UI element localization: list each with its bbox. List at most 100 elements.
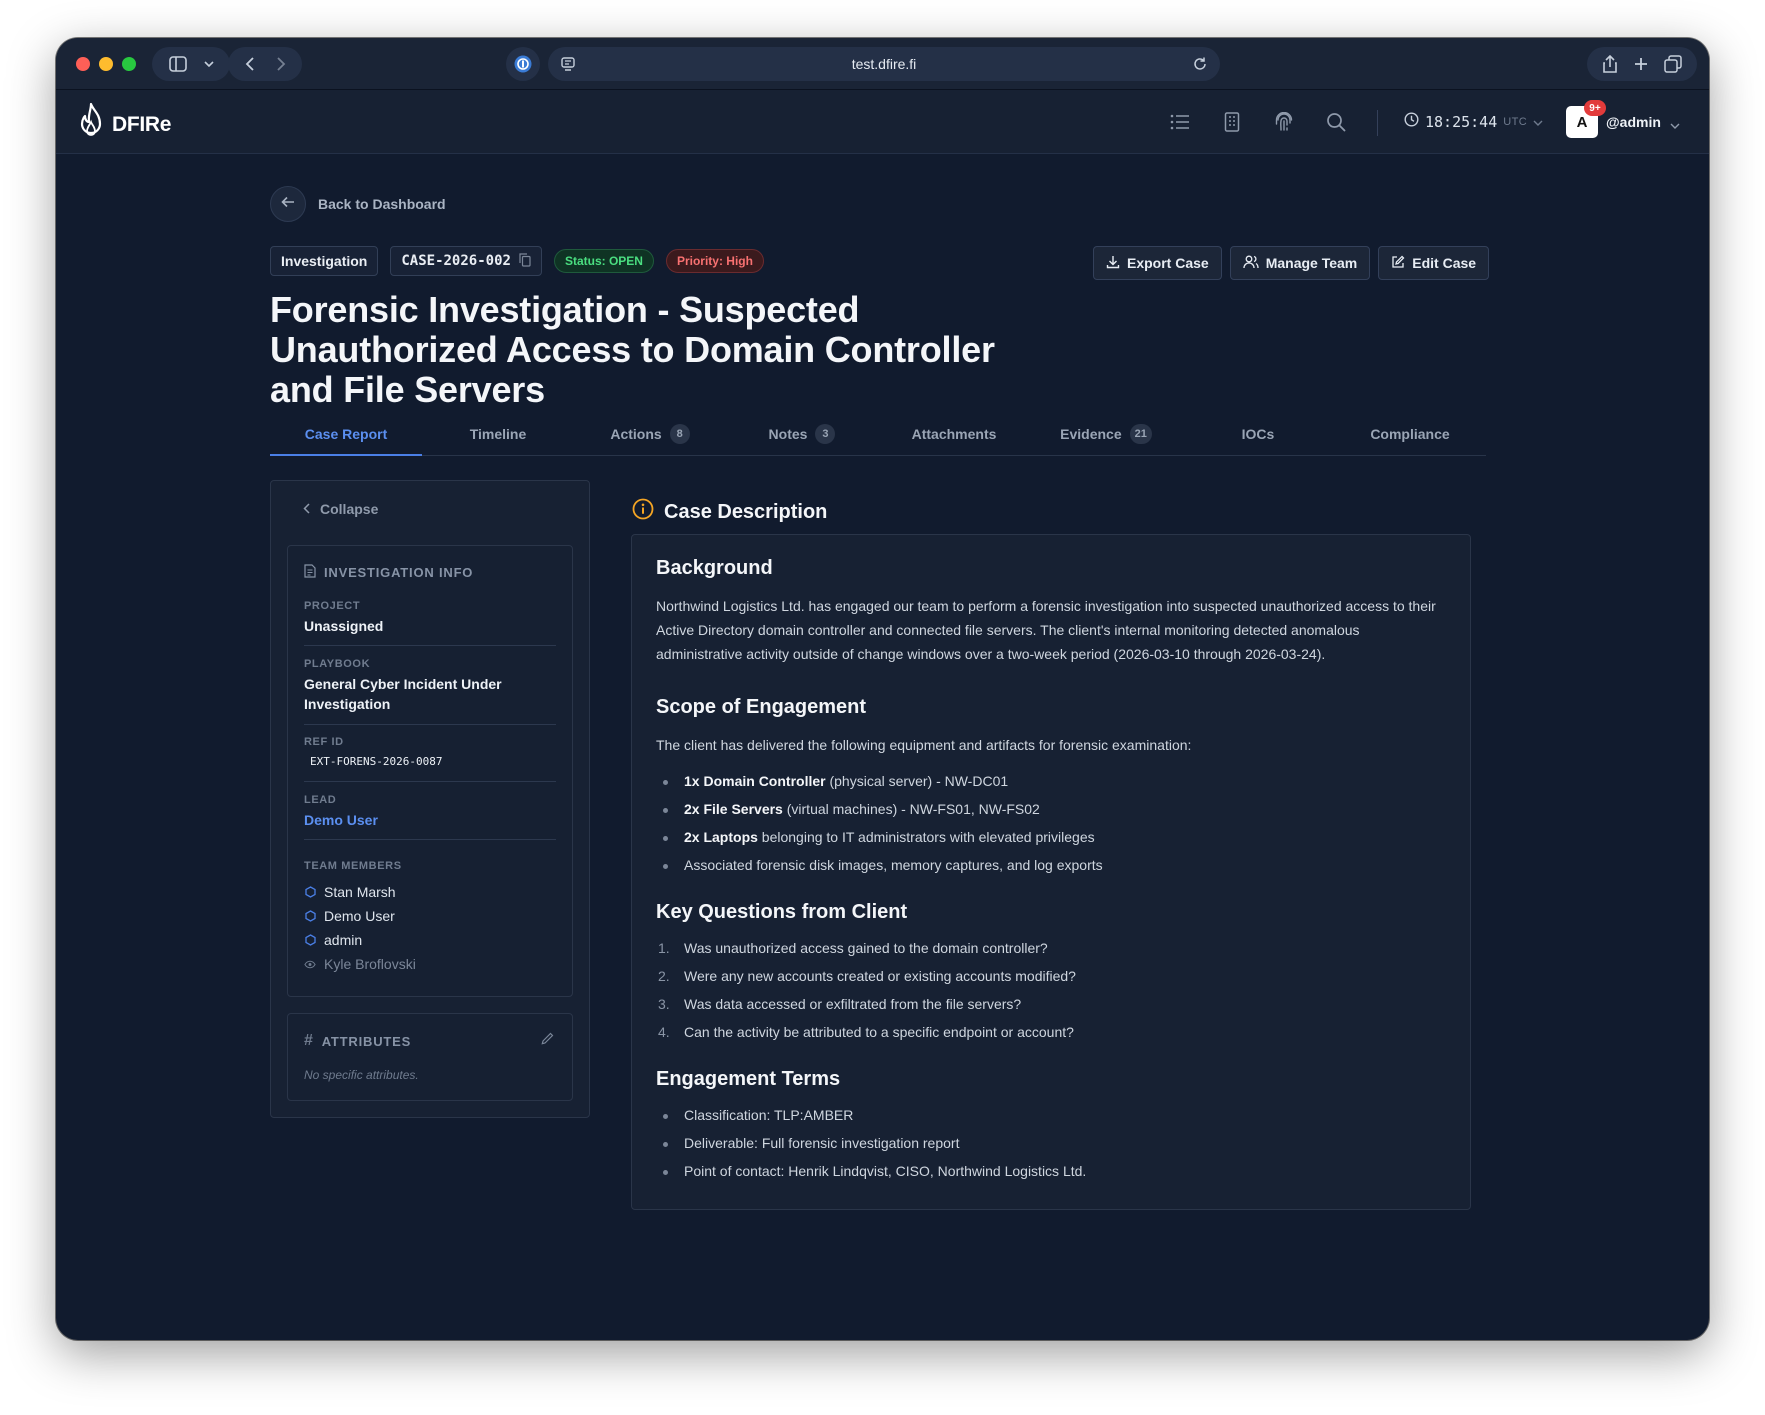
reload-icon[interactable]: [1192, 56, 1208, 75]
team-member[interactable]: Demo User: [304, 904, 416, 928]
tab-label: Actions: [610, 425, 662, 442]
list-item: Point of contact: Henrik Lindqvist, CISO…: [656, 1157, 1448, 1185]
list-icon[interactable]: [1168, 110, 1192, 134]
list-item: 3. Was data accessed or exfiltrated from …: [658, 996, 1022, 1012]
project-field: PROJECT Unassigned: [304, 600, 556, 636]
tab-compliance[interactable]: Compliance: [1334, 412, 1486, 455]
edit-icon: [1391, 255, 1405, 272]
back-arrow-icon[interactable]: [245, 56, 255, 72]
page-title: Forensic Investigation - Suspected Unaut…: [270, 289, 995, 410]
clock-display[interactable]: 18:25:44 UTC: [1404, 112, 1543, 132]
tab-label: Timeline: [469, 425, 527, 442]
header-tools: [1168, 110, 1348, 134]
ref-id-field: REF ID EXT-FORENS-2026-0087: [304, 736, 556, 772]
playbook-field: PLAYBOOK General Cyber Incident Under In…: [304, 658, 556, 714]
team-members-field: TEAM MEMBERS: [304, 860, 556, 872]
tab-count-badge: 8: [669, 423, 690, 444]
tab-label: Evidence: [1060, 425, 1122, 442]
background-paragraph: Northwind Logistics Ltd. has engaged our…: [656, 598, 1436, 662]
forward-arrow-icon[interactable]: [276, 56, 286, 72]
copy-icon[interactable]: [519, 252, 531, 270]
sidebar-toggle-button[interactable]: [152, 47, 230, 81]
document-icon: [304, 564, 316, 581]
tab-evidence[interactable]: Evidence 21: [1030, 412, 1182, 455]
ref-id-label: REF ID: [304, 736, 344, 748]
back-to-dashboard-link[interactable]: Back to Dashboard: [318, 196, 446, 212]
list-item: 2x Laptops belonging to IT administrator…: [656, 823, 1448, 851]
app-logo[interactable]: DFIRe: [74, 102, 171, 147]
project-label: PROJECT: [304, 600, 361, 612]
user-menu-name[interactable]: @admin: [1606, 114, 1661, 130]
chevron-down-icon[interactable]: [1670, 116, 1680, 134]
case-meta-chips: Investigation CASE-2026-002 Status: OPEN…: [270, 246, 764, 276]
lead-field: LEAD Demo User: [304, 794, 556, 830]
building-icon[interactable]: [1220, 110, 1244, 134]
manage-team-button[interactable]: Manage Team: [1229, 246, 1371, 280]
case-id: CASE-2026-002: [401, 253, 511, 269]
playbook-value: General Cyber Incident Under Investigati…: [304, 676, 502, 712]
case-actions: Export Case Manage Team Edit Case: [1093, 246, 1490, 280]
case-description-heading: Case Description: [632, 498, 827, 526]
list-item: 2x File Servers (virtual machines) - NW-…: [656, 795, 1448, 823]
team-member-name: Stan Marsh: [324, 884, 396, 900]
lead-label: LEAD: [304, 794, 337, 806]
tab-overview-icon[interactable]: [1663, 55, 1682, 73]
team-member[interactable]: admin: [304, 928, 416, 952]
share-icon[interactable]: [1602, 55, 1618, 73]
background-heading: Background: [656, 557, 773, 579]
lead-link[interactable]: Demo User: [304, 810, 556, 830]
list-item: 2. Were any new accounts created or exist…: [658, 968, 1076, 984]
case-type-label: Investigation: [281, 253, 368, 269]
shield-icon: [304, 934, 316, 946]
zoom-window-button[interactable]: [122, 57, 136, 71]
edit-case-label: Edit Case: [1412, 255, 1477, 271]
close-window-button[interactable]: [76, 57, 90, 71]
team-member[interactable]: Kyle Broflovski: [304, 952, 416, 976]
field-divider: [304, 781, 556, 782]
ref-id-value: EXT-FORENS-2026-0087: [310, 755, 443, 768]
minimize-window-button[interactable]: [99, 57, 113, 71]
app-header: DFIRe 18:25:44 UTC A 9+ @admin: [56, 90, 1709, 154]
tab-label: Compliance: [1370, 425, 1450, 442]
export-case-button[interactable]: Export Case: [1093, 246, 1222, 280]
tab-case-report[interactable]: Case Report: [270, 412, 422, 456]
edit-case-button[interactable]: Edit Case: [1378, 246, 1490, 280]
new-tab-icon[interactable]: [1633, 56, 1649, 72]
attributes-title: ATTRIBUTES: [321, 1033, 412, 1049]
team-member[interactable]: Stan Marsh: [304, 880, 416, 904]
password-manager-button[interactable]: [506, 47, 540, 81]
collapse-sidebar-button[interactable]: Collapse: [303, 501, 378, 517]
chevron-left-icon: [303, 501, 310, 517]
tab-iocs[interactable]: IOCs: [1182, 412, 1334, 455]
notification-badge[interactable]: 9+: [1584, 100, 1606, 116]
manage-team-label: Manage Team: [1265, 255, 1358, 271]
chevron-down-icon: [1533, 113, 1543, 131]
back-button[interactable]: [270, 186, 306, 222]
tab-notes[interactable]: Notes 3: [726, 412, 878, 455]
team-member-name: Kyle Broflovski: [324, 956, 416, 972]
case-id-chip[interactable]: CASE-2026-002: [390, 246, 542, 276]
hash-icon: #: [304, 1032, 314, 1049]
tab-count-badge: 3: [815, 423, 836, 444]
field-divider: [304, 724, 556, 725]
shield-icon: [304, 886, 316, 898]
field-divider: [304, 839, 556, 840]
clock-time: 18:25:44: [1425, 113, 1498, 131]
key-questions-heading: Key Questions from Client: [656, 901, 908, 923]
pencil-icon[interactable]: [541, 1032, 554, 1050]
search-icon[interactable]: [1324, 110, 1348, 134]
list-item: 4. Can the activity be attributed to a sp…: [658, 1024, 1074, 1040]
arrow-left-icon: [281, 195, 295, 213]
fingerprint-icon[interactable]: [1272, 110, 1296, 134]
flame-logo-icon: [74, 102, 108, 147]
tab-actions[interactable]: Actions 8: [574, 412, 726, 455]
list-item: Deliverable: Full forensic investigation…: [656, 1129, 1448, 1157]
address-bar[interactable]: test.dfire.fi: [548, 47, 1220, 81]
page-settings-icon[interactable]: [560, 56, 576, 75]
tab-attachments[interactable]: Attachments: [878, 412, 1030, 455]
case-description-title: Case Description: [664, 500, 828, 523]
tab-count-badge: 21: [1129, 423, 1152, 444]
eye-icon: [304, 958, 316, 970]
engagement-terms-list: Classification: TLP:AMBER Deliverable: F…: [656, 1101, 1448, 1185]
tab-timeline[interactable]: Timeline: [422, 412, 574, 455]
